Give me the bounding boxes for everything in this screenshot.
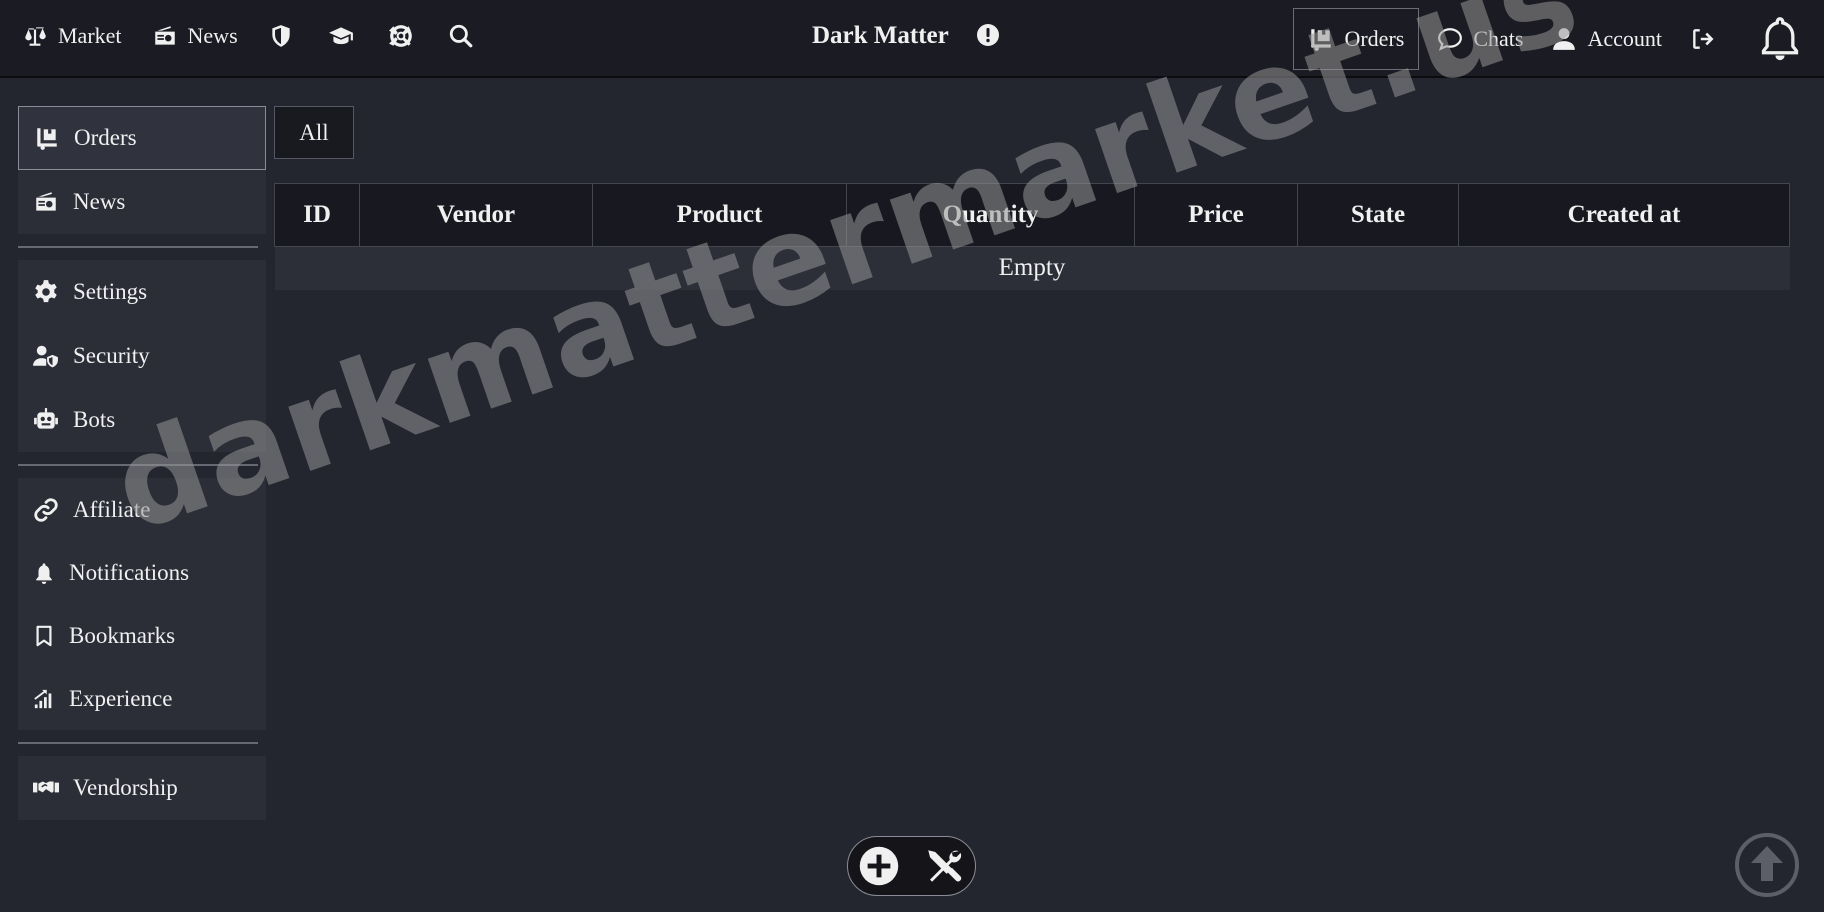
graduation-cap-icon (328, 27, 353, 45)
nav-account-label: Account (1587, 26, 1662, 51)
floating-toolbar (847, 836, 976, 896)
nav-academy-link[interactable] (328, 23, 354, 49)
nav-account-link[interactable]: Account (1537, 8, 1676, 70)
column-header-product[interactable]: Product (592, 183, 847, 247)
sidebar-item-label: Vendorship (73, 775, 178, 800)
nav-orders-label: Orders (1344, 26, 1405, 51)
bookmark-icon (36, 625, 52, 646)
nav-market-label: Market (58, 23, 122, 48)
nav-search-link[interactable] (448, 23, 474, 49)
nav-chats-link[interactable]: Chats (1423, 8, 1537, 70)
sidebar-item-experience[interactable]: Experience (18, 667, 266, 730)
column-header-vendor[interactable]: Vendor (359, 183, 593, 247)
sidebar-divider (18, 464, 258, 466)
exclamation-circle-icon[interactable] (976, 23, 1000, 47)
bell-icon[interactable] (1758, 15, 1802, 63)
sidebar-item-label: Notifications (69, 559, 190, 585)
lifebuoy-icon (388, 25, 412, 47)
column-header-price[interactable]: Price (1134, 183, 1298, 247)
top-left-nav: Market News (22, 18, 508, 54)
nav-orders-link[interactable]: Orders (1293, 8, 1420, 70)
tab-all[interactable]: All (274, 106, 354, 159)
dolly-icon (1311, 29, 1332, 51)
user-icon (1553, 28, 1576, 50)
table-row: Empty (274, 246, 1790, 290)
chat-bubble-icon (1438, 28, 1463, 51)
logout-button[interactable] (1676, 8, 1740, 70)
sidebar-item-bots[interactable]: Bots (18, 388, 266, 452)
sidebar-group-primary: Orders News (18, 106, 266, 234)
radio-icon (154, 26, 175, 45)
chart-icon (34, 689, 52, 708)
sidebar-item-label: Experience (69, 685, 173, 711)
nav-news-label: News (187, 23, 238, 48)
shield-icon (271, 25, 290, 47)
sidebar: Orders News Settings Security Bots Affil… (18, 106, 266, 820)
sidebar-item-label: Bots (73, 407, 116, 432)
nav-chats-label: Chats (1473, 26, 1524, 51)
column-header-state[interactable]: State (1297, 183, 1459, 247)
top-right-nav: Orders Chats Account (1293, 0, 1824, 78)
table-header-row: ID Vendor Product Quantity Price State C… (274, 183, 1790, 247)
sidebar-item-orders[interactable]: Orders (18, 106, 266, 170)
scroll-to-top-button[interactable] (1734, 832, 1800, 898)
sidebar-item-label: Settings (73, 279, 148, 304)
add-button[interactable] (858, 845, 900, 887)
sidebar-group-settings: Settings Security Bots (18, 260, 266, 452)
gear-icon (35, 280, 57, 303)
radio-icon (36, 192, 56, 211)
brand-title[interactable]: Dark Matter (812, 22, 949, 50)
sidebar-group-vendor: Vendorship (18, 756, 266, 820)
sidebar-item-vendorship[interactable]: Vendorship (18, 756, 266, 820)
nav-support-link[interactable] (388, 23, 414, 49)
column-header-id[interactable]: ID (274, 183, 360, 247)
bell-icon (36, 562, 52, 584)
top-navbar: Market News Dark Matter Orders Chats Acc… (0, 0, 1824, 78)
sidebar-item-notifications[interactable]: Notifications (18, 541, 266, 604)
link-icon (34, 497, 58, 522)
column-header-created-at[interactable]: Created at (1458, 183, 1790, 247)
logout-icon (1693, 29, 1714, 49)
sidebar-item-label: Affiliate (73, 496, 151, 522)
sidebar-item-security[interactable]: Security (18, 324, 266, 388)
sidebar-item-label: Bookmarks (69, 622, 176, 648)
nav-news-link[interactable]: News (152, 23, 238, 49)
column-header-quantity[interactable]: Quantity (846, 183, 1135, 247)
dolly-icon (37, 128, 57, 150)
empty-state-text: Empty (274, 246, 1790, 290)
tools-button[interactable] (923, 845, 965, 887)
sidebar-item-label: Orders (74, 125, 137, 150)
sidebar-item-affiliate[interactable]: Affiliate (18, 478, 266, 541)
sidebar-divider (18, 742, 258, 744)
nav-market-link[interactable]: Market (22, 23, 122, 49)
sidebar-group-account: Affiliate Notifications Bookmarks Experi… (18, 478, 266, 730)
sidebar-item-news[interactable]: News (18, 170, 266, 234)
orders-table: ID Vendor Product Quantity Price State C… (274, 183, 1790, 290)
user-shield-icon (33, 345, 58, 368)
search-icon (449, 24, 473, 48)
arrow-up-circle-icon (1735, 833, 1799, 897)
handshake-icon (33, 781, 59, 793)
sidebar-item-label: News (73, 189, 126, 214)
sidebar-item-bookmarks[interactable]: Bookmarks (18, 604, 266, 667)
nav-shield-link[interactable] (268, 23, 294, 49)
scale-icon (25, 26, 46, 46)
sidebar-item-label: Security (73, 343, 150, 368)
robot-icon (34, 408, 58, 429)
tools-icon (928, 850, 962, 882)
plus-circle-icon (859, 846, 899, 886)
sidebar-item-settings[interactable]: Settings (18, 260, 266, 324)
sidebar-divider (18, 246, 258, 248)
